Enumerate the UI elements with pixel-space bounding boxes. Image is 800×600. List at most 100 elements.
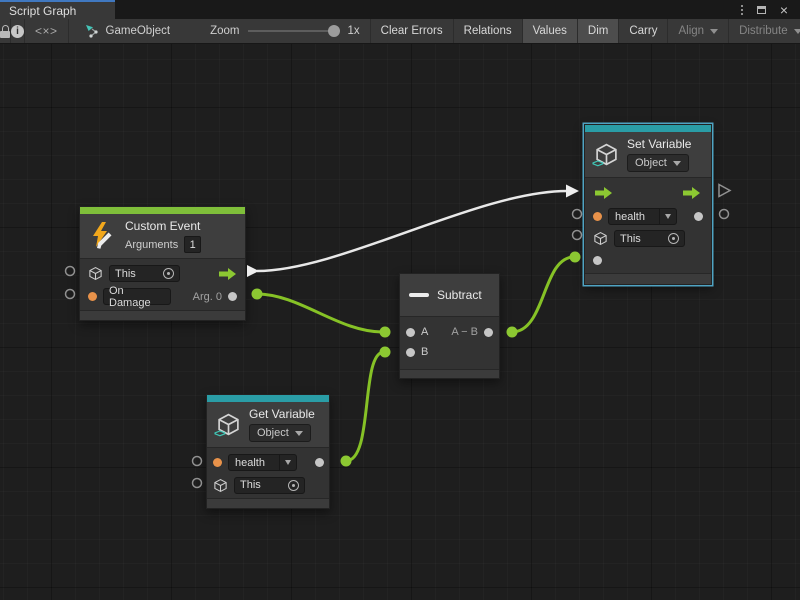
port-value-out[interactable] bbox=[315, 458, 324, 467]
relations-label: Relations bbox=[464, 25, 512, 37]
chevron-down-icon bbox=[794, 29, 800, 34]
node-title: Custom Event bbox=[125, 219, 201, 233]
wire-arg0-to-subtract-a[interactable] bbox=[257, 294, 383, 332]
maximize-icon[interactable] bbox=[757, 6, 766, 14]
align-label: Align bbox=[678, 25, 704, 37]
set-variable-header[interactable]: <> Set Variable Object bbox=[585, 132, 711, 178]
wire-subtract-to-setvar[interactable] bbox=[512, 257, 574, 332]
distribute-dropdown[interactable]: Distribute bbox=[729, 19, 800, 43]
titlebar-spacer bbox=[115, 0, 741, 19]
tab-script-graph[interactable]: Script Graph bbox=[0, 0, 115, 19]
carry-toggle[interactable]: Carry bbox=[619, 19, 668, 43]
node-custom-event[interactable]: Custom Event Arguments 1 This bbox=[79, 206, 246, 321]
get-variable-header[interactable]: <> Get Variable Object bbox=[207, 402, 329, 448]
zoom-slider-handle[interactable] bbox=[328, 25, 340, 37]
target-field[interactable]: This bbox=[234, 477, 305, 494]
port-value-out[interactable] bbox=[694, 212, 703, 221]
get-variable-name-row: health bbox=[207, 451, 329, 474]
variable-name-value: health bbox=[229, 455, 279, 470]
get-variable-target-row: This bbox=[207, 474, 329, 496]
node-subtract[interactable]: Subtract A A − B B bbox=[399, 273, 500, 379]
align-dropdown[interactable]: Align bbox=[668, 19, 729, 43]
target-field[interactable]: This bbox=[109, 265, 180, 282]
zoom-slider[interactable] bbox=[248, 25, 340, 37]
subtract-a-row: A A − B bbox=[400, 322, 499, 342]
node-accent-bar bbox=[585, 125, 711, 132]
port-variable-name-in[interactable] bbox=[213, 458, 222, 467]
set-variable-name-row: health bbox=[585, 205, 711, 228]
result-label: A − B bbox=[451, 326, 478, 338]
distribute-label: Distribute bbox=[739, 25, 788, 37]
zoom-value: 1x bbox=[348, 25, 360, 37]
subtract-header[interactable]: Subtract bbox=[400, 274, 499, 317]
custom-event-header[interactable]: Custom Event Arguments 1 bbox=[80, 214, 245, 259]
port-unconnected[interactable] bbox=[66, 267, 75, 276]
port-arg-0-out[interactable] bbox=[228, 292, 237, 301]
clear-errors-label: Clear Errors bbox=[381, 25, 443, 37]
port-flow-out[interactable] bbox=[683, 187, 701, 199]
wire-terminal-dot bbox=[380, 347, 391, 358]
port-value-in[interactable] bbox=[593, 256, 602, 265]
graph-canvas[interactable]: Custom Event Arguments 1 This bbox=[0, 44, 800, 600]
target-field[interactable]: This bbox=[614, 230, 685, 247]
info-button[interactable]: i bbox=[11, 19, 25, 43]
relations-button[interactable]: Relations bbox=[454, 19, 523, 43]
port-unconnected[interactable] bbox=[193, 479, 202, 488]
wire-terminal-dot bbox=[252, 289, 263, 300]
node-title: Get Variable bbox=[249, 407, 315, 421]
chevron-down-icon bbox=[279, 455, 296, 470]
port-variable-name-in[interactable] bbox=[593, 212, 602, 221]
dim-label: Dim bbox=[588, 25, 608, 37]
port-trigger-out[interactable] bbox=[219, 268, 237, 280]
cube-icon bbox=[593, 231, 608, 246]
port-unconnected[interactable] bbox=[193, 457, 202, 466]
variable-name-value: health bbox=[609, 209, 659, 224]
carry-label: Carry bbox=[629, 25, 657, 37]
scope-value: Object bbox=[257, 427, 289, 439]
node-get-variable[interactable]: <> Get Variable Object health bbox=[206, 394, 330, 509]
window-controls: × bbox=[741, 0, 800, 19]
node-accent-bar bbox=[207, 395, 329, 402]
edit-script-button[interactable]: <×> bbox=[25, 19, 69, 43]
port-result-out[interactable] bbox=[484, 328, 493, 337]
node-set-variable[interactable]: <> Set Variable Object bbox=[584, 124, 712, 285]
dim-toggle[interactable]: Dim bbox=[578, 19, 619, 43]
port-unconnected[interactable] bbox=[720, 210, 729, 219]
target-icon[interactable] bbox=[668, 233, 679, 244]
port-flow-in[interactable] bbox=[595, 187, 613, 199]
port-a-in[interactable] bbox=[406, 328, 415, 337]
cube-icon bbox=[213, 478, 228, 493]
lock-icon bbox=[0, 25, 10, 38]
values-toggle[interactable]: Values bbox=[523, 19, 578, 43]
graph-target[interactable]: GameObject bbox=[69, 19, 183, 43]
wire-start-triangle bbox=[247, 265, 259, 277]
event-name-field[interactable]: On Damage bbox=[103, 288, 171, 305]
variable-name-dropdown[interactable]: health bbox=[608, 208, 677, 225]
close-icon[interactable]: × bbox=[780, 5, 788, 15]
subtract-b-row: B bbox=[400, 342, 499, 362]
lock-button[interactable] bbox=[0, 19, 11, 43]
arguments-count-field[interactable]: 1 bbox=[184, 236, 201, 253]
port-unconnected[interactable] bbox=[573, 210, 582, 219]
port-flow-unconnected-triangle[interactable] bbox=[719, 185, 730, 197]
arguments-label: Arguments bbox=[125, 239, 178, 251]
menu-icon[interactable] bbox=[741, 5, 743, 15]
target-icon[interactable] bbox=[288, 480, 299, 491]
variable-scope-dropdown[interactable]: Object bbox=[249, 424, 311, 442]
port-unconnected[interactable] bbox=[66, 290, 75, 299]
port-event-name-in[interactable] bbox=[88, 292, 97, 301]
variable-scope-dropdown[interactable]: Object bbox=[627, 154, 689, 172]
node-footer bbox=[207, 498, 329, 508]
info-icon: i bbox=[11, 25, 24, 38]
clear-errors-button[interactable]: Clear Errors bbox=[371, 19, 454, 43]
port-unconnected[interactable] bbox=[573, 231, 582, 240]
port-b-in[interactable] bbox=[406, 348, 415, 357]
set-variable-input-row bbox=[585, 249, 711, 271]
values-label: Values bbox=[533, 25, 567, 37]
zoom-slider-track bbox=[248, 30, 340, 32]
target-icon[interactable] bbox=[163, 268, 174, 279]
wire-getvar-to-subtract-b[interactable] bbox=[346, 352, 384, 461]
custom-event-icon bbox=[89, 221, 117, 251]
wire-trigger-to-set-variable[interactable] bbox=[257, 191, 567, 271]
variable-name-dropdown[interactable]: health bbox=[228, 454, 297, 471]
